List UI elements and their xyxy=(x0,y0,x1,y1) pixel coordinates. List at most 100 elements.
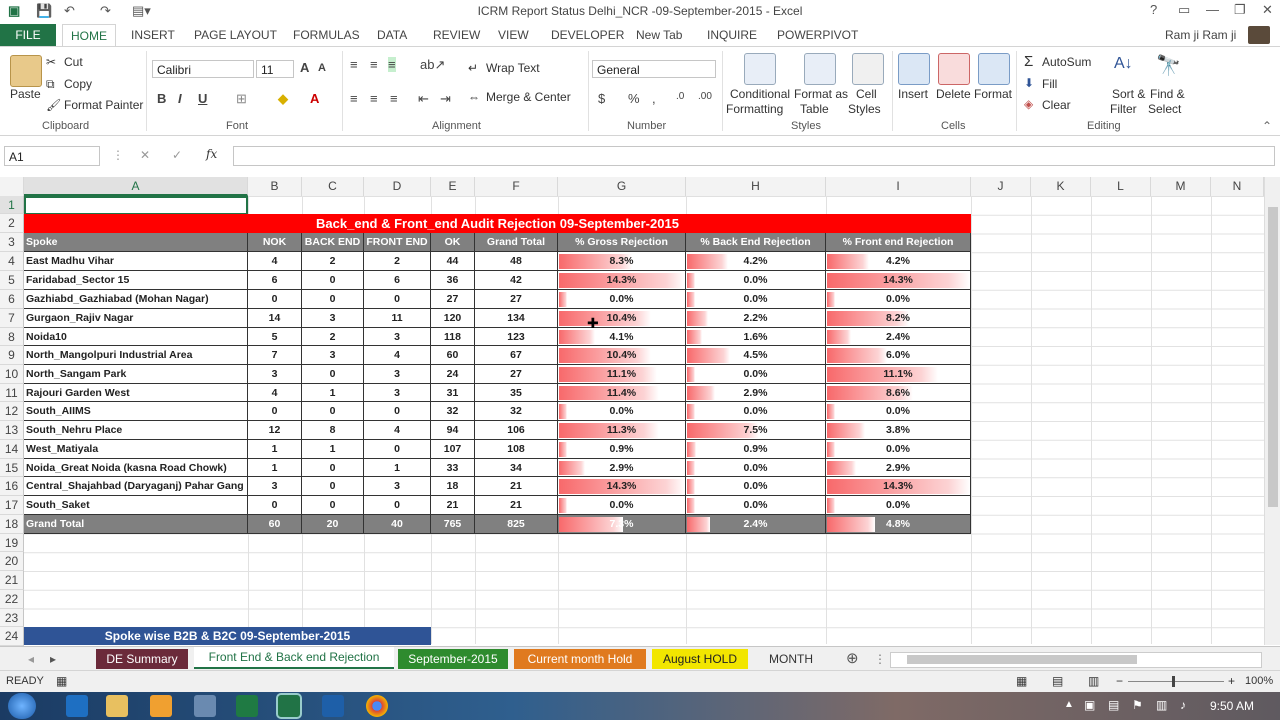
table-cell[interactable]: 2.4% xyxy=(826,328,971,346)
horizontal-scrollbar[interactable] xyxy=(890,652,1262,668)
bold-icon[interactable]: B xyxy=(157,91,166,106)
prev-sheet-icon[interactable]: ◂ xyxy=(20,649,42,669)
fill-icon[interactable]: ⬇ xyxy=(1024,76,1034,90)
row-header[interactable]: 9 xyxy=(0,346,24,365)
row-header[interactable]: 21 xyxy=(0,571,24,590)
table-cell[interactable]: 14.3% xyxy=(826,477,971,496)
scrollbar-thumb[interactable] xyxy=(1268,207,1278,507)
table-cell[interactable]: 4.1% xyxy=(558,328,686,346)
table-cell[interactable]: 0 xyxy=(364,440,431,459)
copy-icon[interactable]: ⧉ xyxy=(46,77,55,92)
table-cell[interactable]: 32 xyxy=(475,402,558,421)
vertical-scrollbar[interactable] xyxy=(1264,177,1280,645)
insert-cells-icon[interactable] xyxy=(898,53,930,85)
table-cell[interactable]: South_AIIMS xyxy=(24,402,248,421)
name-box[interactable]: A1 xyxy=(4,146,100,166)
find-select-button[interactable]: Find & xyxy=(1150,87,1185,101)
table-cell[interactable]: 14.3% xyxy=(826,271,971,290)
table-cell[interactable]: 10.4% xyxy=(558,346,686,365)
table-cell[interactable]: 3.8% xyxy=(826,421,971,440)
table-header-cell[interactable]: NOK xyxy=(248,233,302,252)
autosum-button[interactable]: AutoSum xyxy=(1042,55,1091,69)
grand-total-cell[interactable]: 825 xyxy=(475,515,558,534)
table-cell[interactable]: 0.9% xyxy=(686,440,826,459)
table-cell[interactable]: 31 xyxy=(431,384,475,402)
copy-button[interactable]: Copy xyxy=(64,77,92,91)
fill-color-icon[interactable]: ◆ xyxy=(278,91,288,107)
table-cell[interactable]: 3 xyxy=(302,309,364,328)
volume-icon[interactable]: ♪ xyxy=(1180,698,1186,712)
restore-icon[interactable]: ❐ xyxy=(1234,2,1246,18)
shrink-font-icon[interactable]: A xyxy=(318,62,326,74)
column-header[interactable]: M xyxy=(1151,177,1211,196)
table-cell[interactable]: 4.5% xyxy=(686,346,826,365)
collapse-ribbon-icon[interactable]: ⌃ xyxy=(1262,119,1272,133)
table-cell[interactable]: 0.0% xyxy=(686,271,826,290)
format-as-table-button[interactable]: Format as xyxy=(794,87,848,101)
decrease-decimal-icon[interactable]: .00 xyxy=(698,91,712,102)
table-cell[interactable]: 27 xyxy=(475,290,558,309)
table-cell[interactable]: 4 xyxy=(364,421,431,440)
table-cell[interactable]: Gurgaon_Rajiv Nagar xyxy=(24,309,248,328)
table-cell[interactable]: 21 xyxy=(431,496,475,515)
cell-styles-icon[interactable] xyxy=(852,53,884,85)
table-cell[interactable]: 7 xyxy=(248,346,302,365)
table-cell[interactable]: 42 xyxy=(475,271,558,290)
tab-review[interactable]: REVIEW xyxy=(433,28,480,42)
zoom-slider[interactable] xyxy=(1128,681,1224,682)
table-cell[interactable]: 4 xyxy=(248,384,302,402)
conditional-formatting-icon[interactable] xyxy=(744,53,776,85)
row-header[interactable]: 16 xyxy=(0,477,24,496)
align-center-icon[interactable]: ≡ xyxy=(370,91,378,106)
row-header[interactable]: 11 xyxy=(0,384,24,402)
table-cell[interactable]: 18 xyxy=(431,477,475,496)
table-cell[interactable]: 2.9% xyxy=(558,459,686,477)
table-cell[interactable]: 1 xyxy=(248,459,302,477)
table-cell[interactable]: 2 xyxy=(302,328,364,346)
avatar[interactable] xyxy=(1248,26,1270,44)
page-layout-view-icon[interactable]: ▤ xyxy=(1052,674,1063,688)
autosum-icon[interactable]: Σ xyxy=(1024,53,1033,70)
row-header[interactable]: 22 xyxy=(0,590,24,609)
table-header-cell[interactable]: % Back End Rejection xyxy=(686,233,826,252)
table-cell[interactable]: 3 xyxy=(364,328,431,346)
enter-icon[interactable]: ✓ xyxy=(172,148,182,162)
align-left-icon[interactable]: ≡ xyxy=(350,91,358,106)
select-all-corner[interactable] xyxy=(0,177,24,196)
table-cell[interactable]: 48 xyxy=(475,252,558,271)
table-cell[interactable]: 0 xyxy=(302,496,364,515)
row-header[interactable]: 24 xyxy=(0,627,24,646)
table-cell[interactable]: 1 xyxy=(364,459,431,477)
merge-center-button[interactable]: Merge & Center xyxy=(486,90,571,104)
table-cell[interactable]: 118 xyxy=(431,328,475,346)
tab-formulas[interactable]: FORMULAS xyxy=(293,28,360,42)
zoom-slider-thumb[interactable] xyxy=(1172,676,1175,687)
table-cell[interactable]: 3 xyxy=(364,365,431,384)
top-align-icon[interactable]: ≡ xyxy=(350,57,358,72)
table-cell[interactable]: 27 xyxy=(431,290,475,309)
column-header[interactable]: K xyxy=(1031,177,1091,196)
conditional-formatting-button[interactable]: Conditional xyxy=(730,87,790,101)
grand-total-cell[interactable]: Grand Total xyxy=(24,515,248,534)
table-cell[interactable]: 0.0% xyxy=(826,290,971,309)
table-cell[interactable]: 2 xyxy=(364,252,431,271)
underline-icon[interactable]: U xyxy=(198,91,207,106)
grow-font-icon[interactable]: A xyxy=(300,60,309,75)
sheet-tab[interactable]: DE Summary xyxy=(96,649,188,669)
grand-total-cell[interactable]: 40 xyxy=(364,515,431,534)
normal-view-icon[interactable]: ▦ xyxy=(1016,674,1027,688)
table-cell[interactable]: 44 xyxy=(431,252,475,271)
font-color-icon[interactable]: A xyxy=(310,91,319,106)
clear-icon[interactable]: ◈ xyxy=(1024,97,1033,111)
table-cell[interactable]: 134 xyxy=(475,309,558,328)
excel-active-icon[interactable] xyxy=(276,693,302,719)
column-header[interactable]: F xyxy=(475,177,558,196)
row-header[interactable]: 6 xyxy=(0,290,24,309)
comma-icon[interactable]: , xyxy=(652,91,656,106)
table-cell[interactable]: 14.3% xyxy=(558,477,686,496)
orientation-icon[interactable]: ab↗ xyxy=(420,57,445,73)
help-icon[interactable]: ? xyxy=(1150,2,1157,17)
table-cell[interactable]: 12 xyxy=(248,421,302,440)
close-icon[interactable]: ✕ xyxy=(1262,2,1273,18)
table-cell[interactable]: 11.1% xyxy=(558,365,686,384)
